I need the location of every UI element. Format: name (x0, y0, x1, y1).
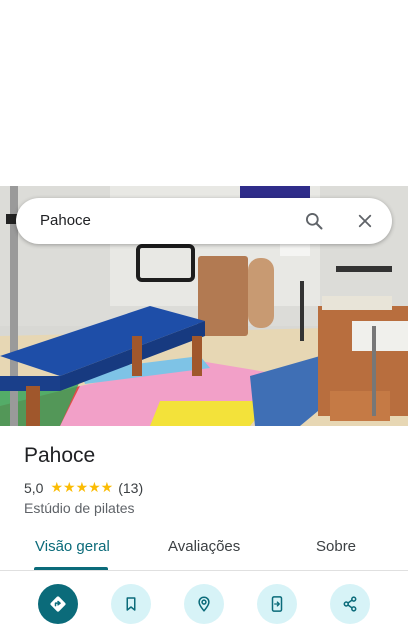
close-button[interactable] (350, 206, 380, 236)
tab-bar: Visão geral Avaliações Sobre (0, 528, 408, 570)
save-button[interactable] (111, 584, 151, 624)
directions-button[interactable] (38, 584, 78, 624)
tab-overview[interactable]: Visão geral (35, 538, 110, 555)
place-title: Pahoce (24, 444, 96, 467)
search-query-text[interactable]: Pahoce (40, 212, 91, 229)
directions-icon (50, 596, 66, 612)
tab-reviews[interactable]: Avaliações (168, 538, 240, 555)
place-category[interactable]: Estúdio de pilates (24, 500, 135, 516)
search-bar[interactable]: Pahoce (16, 198, 392, 244)
top-blank-area (0, 0, 408, 186)
bookmark-icon (126, 597, 136, 611)
search-icon (306, 213, 323, 230)
share-icon (343, 596, 357, 612)
search-button[interactable] (299, 206, 329, 236)
rating-value: 5,0 (24, 479, 44, 496)
rating-stars-icon: ★★★★★ (50, 479, 114, 495)
tabs-divider (0, 570, 408, 571)
nearby-icon (198, 596, 210, 612)
send-to-phone-button[interactable] (257, 584, 297, 624)
close-icon (358, 214, 372, 228)
review-count[interactable]: (13) (118, 480, 143, 496)
rating-row[interactable]: 5,0 ★★★★★ (13) (24, 479, 143, 496)
send-to-phone-icon (271, 596, 283, 612)
tab-about[interactable]: Sobre (316, 538, 356, 555)
share-button[interactable] (330, 584, 370, 624)
nearby-button[interactable] (184, 584, 224, 624)
action-buttons (0, 584, 408, 624)
